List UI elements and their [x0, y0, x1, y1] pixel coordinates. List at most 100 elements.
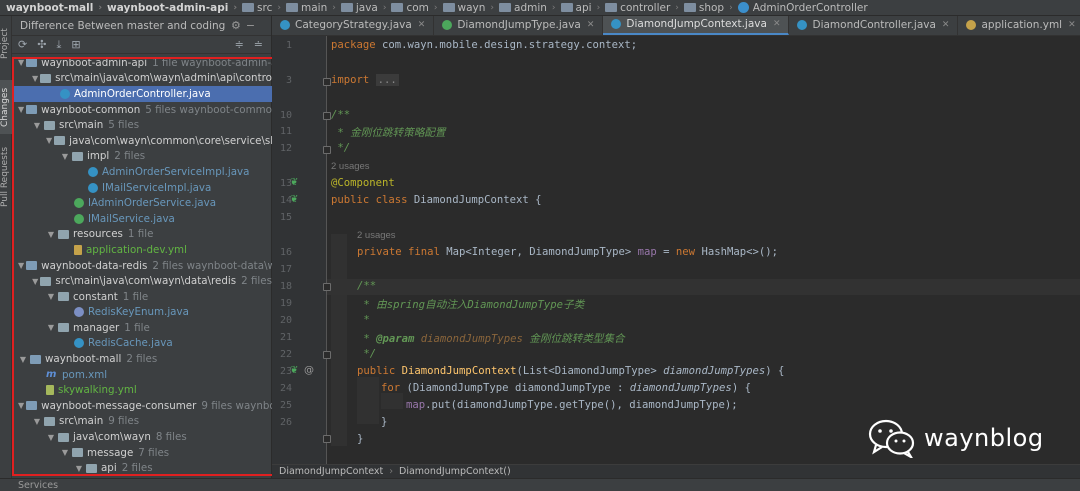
- tree-row-meta: 2 files: [121, 462, 153, 475]
- usages-hint[interactable]: 2 usages: [357, 230, 396, 241]
- close-icon[interactable]: ✕: [773, 19, 781, 29]
- breadcrumb-item[interactable]: main ›: [286, 2, 341, 14]
- chevron-right-icon: ›: [551, 2, 556, 13]
- chevron-down-icon[interactable]: ▼: [32, 417, 42, 426]
- tree-row[interactable]: ▼ waynboot-common 5 files waynboot-common: [12, 102, 272, 118]
- fold-toggle-icon[interactable]: [323, 146, 331, 154]
- editor-tab[interactable]: DiamondController.java ✕: [789, 16, 959, 35]
- chevron-down-icon[interactable]: ▼: [60, 152, 70, 161]
- breadcrumb-item[interactable]: api ›: [560, 2, 606, 14]
- chevron-down-icon[interactable]: ▼: [46, 292, 56, 301]
- chevron-down-icon[interactable]: ▼: [18, 401, 24, 410]
- breadcrumb-method[interactable]: DiamondJumpContext(): [399, 466, 511, 477]
- tree-row[interactable]: IMailService.java: [12, 211, 272, 227]
- chevron-down-icon[interactable]: ▼: [46, 230, 56, 239]
- tree-row[interactable]: ▼ manager 1 file: [12, 320, 272, 336]
- tree-row[interactable]: ▼ waynboot-admin-api 1 file waynboot-admin…: [12, 55, 272, 71]
- tree-row[interactable]: ▼ src\main\java\com\wayn\data\redis 2 file…: [12, 273, 272, 289]
- breadcrumb-class[interactable]: DiamondJumpContext: [279, 466, 383, 477]
- download-icon[interactable]: ⤓: [56, 38, 61, 52]
- close-icon[interactable]: ✕: [1068, 20, 1076, 30]
- usages-hint[interactable]: 2 usages: [331, 161, 370, 172]
- tab-project[interactable]: Project: [0, 20, 12, 68]
- spring-bean-icon[interactable]: ❦: [290, 177, 298, 188]
- tab-changes[interactable]: Changes: [0, 80, 12, 134]
- merge-icon[interactable]: ✣: [37, 38, 46, 51]
- close-icon[interactable]: ✕: [587, 20, 595, 30]
- tree-row[interactable]: IMailServiceImpl.java: [12, 180, 272, 196]
- tree-row[interactable]: AdminOrderServiceImpl.java: [12, 164, 272, 180]
- module-icon: [26, 401, 38, 411]
- breadcrumb-item[interactable]: admin ›: [499, 2, 561, 14]
- folded-imports[interactable]: ...: [375, 74, 399, 86]
- tree-row[interactable]: ▼ message 7 files: [12, 445, 272, 461]
- spring-bean-icon[interactable]: ❦: [290, 365, 298, 376]
- chevron-down-icon[interactable]: ▼: [32, 74, 38, 83]
- chevron-down-icon[interactable]: ▼: [46, 433, 56, 442]
- chevron-down-icon[interactable]: ▼: [46, 323, 56, 332]
- editor-tab[interactable]: application.yml ✕: [958, 16, 1080, 35]
- chevron-down-icon[interactable]: ▼: [18, 261, 24, 270]
- at-icon[interactable]: @: [304, 365, 314, 376]
- chevron-down-icon[interactable]: ▼: [32, 121, 42, 130]
- fold-toggle-icon[interactable]: [323, 283, 331, 291]
- minimize-icon[interactable]: −: [246, 19, 255, 32]
- chevron-down-icon[interactable]: ▼: [18, 105, 24, 114]
- chevron-down-icon[interactable]: ▼: [18, 58, 24, 67]
- tree-row-meta: 2 files: [126, 353, 158, 366]
- tab-pull-requests[interactable]: Pull Requests: [0, 138, 12, 216]
- expand-all-icon[interactable]: ≑: [235, 38, 244, 51]
- breadcrumb-item[interactable]: waynboot-mall ›: [6, 2, 107, 14]
- editor-tab[interactable]: CategoryStrategy.java ✕: [272, 16, 435, 35]
- fold-toggle-icon[interactable]: [323, 351, 331, 359]
- chevron-down-icon[interactable]: ▼: [74, 464, 84, 473]
- tree-row[interactable]: ▼ resources 1 file: [12, 227, 272, 243]
- breadcrumb-item[interactable]: com ›: [391, 2, 442, 14]
- fold-toggle-icon[interactable]: [323, 435, 331, 443]
- breadcrumb-item[interactable]: waynboot-admin-api ›: [107, 2, 242, 14]
- group-by-icon[interactable]: ⊞: [71, 38, 80, 51]
- tree-row[interactable]: ▼ constant 1 file: [12, 289, 272, 305]
- breadcrumb-item[interactable]: AdminOrderController: [737, 2, 868, 14]
- tree-row[interactable]: ▼ src\main 9 files: [12, 414, 272, 430]
- breadcrumb-item[interactable]: java ›: [340, 2, 392, 14]
- breadcrumb-label: controller: [620, 1, 671, 14]
- tree-row[interactable]: skywalking.yml: [12, 382, 272, 398]
- tree-row-label: manager: [73, 321, 120, 334]
- tree-row[interactable]: ▼ java\com\wayn 8 files: [12, 429, 272, 445]
- breadcrumb-item[interactable]: src ›: [242, 2, 286, 14]
- fold-toggle-icon[interactable]: [323, 112, 331, 120]
- tree-row[interactable]: RedisCache.java: [12, 336, 272, 352]
- close-icon[interactable]: ✕: [942, 20, 950, 30]
- services-tool-window[interactable]: Services: [0, 478, 1080, 491]
- tree-row[interactable]: ▼ src\main 5 files: [12, 117, 272, 133]
- breadcrumb-item[interactable]: shop ›: [683, 2, 738, 14]
- chevron-down-icon[interactable]: ▼: [60, 448, 70, 457]
- tree-row[interactable]: ▼ waynboot-data-redis 2 files waynboot-dat…: [12, 258, 272, 274]
- collapse-all-icon[interactable]: ≐: [254, 38, 263, 51]
- fold-toggle-icon[interactable]: [323, 78, 331, 86]
- breadcrumb-item[interactable]: controller ›: [605, 2, 684, 14]
- gear-icon[interactable]: ⚙: [231, 19, 241, 32]
- tree-row[interactable]: AdminOrderController.java: [12, 86, 272, 102]
- tree-row[interactable]: IAdminOrderService.java: [12, 195, 272, 211]
- spring-bean-icon[interactable]: ❦: [290, 194, 298, 205]
- chevron-down-icon[interactable]: ▼: [32, 277, 38, 286]
- tree-row[interactable]: ▼ api 2 files: [12, 460, 272, 476]
- tree-row[interactable]: ▼ waynboot-message-consumer 9 files waynbo…: [12, 398, 272, 414]
- tree-row[interactable]: ▼ java\com\wayn\common\core\service\shop: [12, 133, 272, 149]
- tree-row[interactable]: ▼ src\main\java\com\wayn\admin\api\contro…: [12, 71, 272, 87]
- tree-row-meta: 2 files: [241, 275, 272, 288]
- chevron-down-icon[interactable]: ▼: [18, 355, 28, 364]
- editor-tab[interactable]: DiamondJumpContext.java ✕: [603, 16, 790, 35]
- tree-row[interactable]: RedisKeyEnum.java: [12, 305, 272, 321]
- tree-row[interactable]: ▼ impl 2 files: [12, 149, 272, 165]
- tree-row[interactable]: m pom.xml: [12, 367, 272, 383]
- chevron-down-icon[interactable]: ▼: [46, 136, 52, 145]
- tree-row[interactable]: ▼ waynboot-mall 2 files: [12, 351, 272, 367]
- close-icon[interactable]: ✕: [418, 20, 426, 30]
- editor-tab[interactable]: DiamondJumpType.java ✕: [434, 16, 604, 35]
- breadcrumb-item[interactable]: wayn ›: [442, 2, 500, 14]
- tree-row[interactable]: application-dev.yml: [12, 242, 272, 258]
- refresh-icon[interactable]: ⟳: [18, 38, 27, 51]
